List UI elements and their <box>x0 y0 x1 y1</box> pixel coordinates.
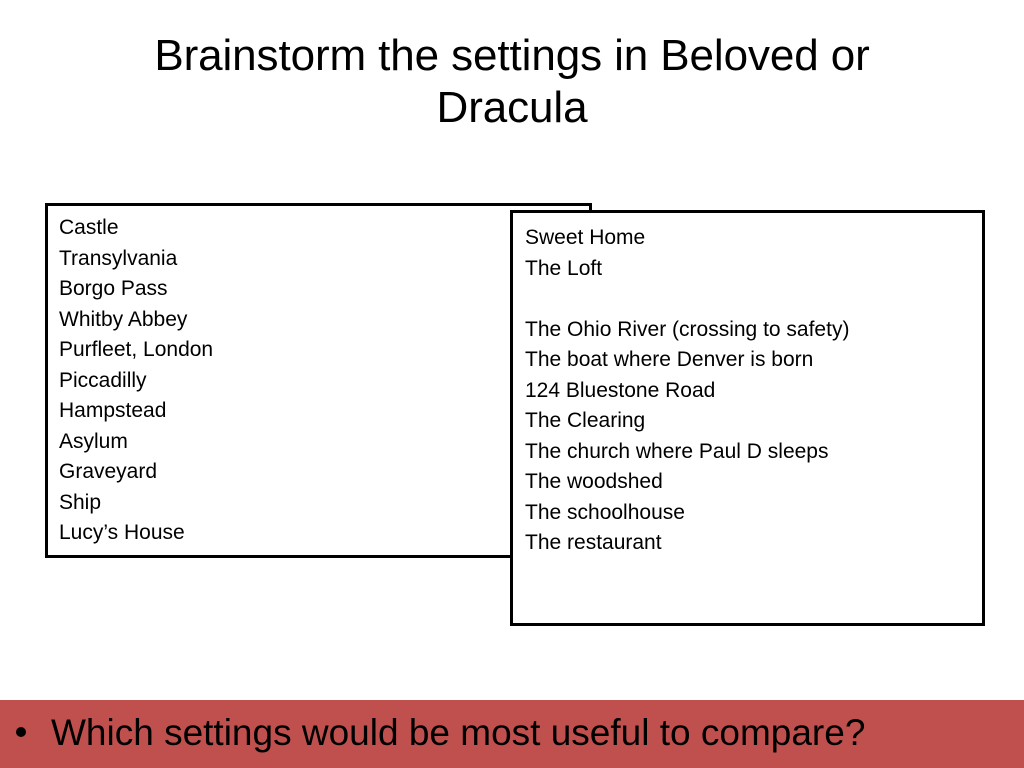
list-item: Hampstead <box>59 399 167 422</box>
list-item: The church where Paul D sleeps <box>525 439 829 463</box>
list-item: Ship <box>59 490 102 514</box>
beloved-settings-list: Sweet Home The Loft The Ohio River (cros… <box>525 223 976 559</box>
list-item: Borgo Pass <box>59 277 168 300</box>
list-item: Transylvania <box>59 246 178 270</box>
list-item: Asylum <box>59 429 128 453</box>
list-item: Castle <box>59 216 119 239</box>
list-item: Whitby Abbey <box>59 307 188 331</box>
list-item: The boat where Denver is born <box>525 348 814 371</box>
page-title-line-2: Dracula <box>436 83 588 132</box>
list-item: The woodshed <box>525 470 663 493</box>
list-item: Lucy’s House <box>59 521 185 544</box>
bullet-point-icon <box>16 727 26 737</box>
banner-bullet-row: Which settings would be most useful to c… <box>0 711 1024 755</box>
list-item: The Clearing <box>525 409 646 432</box>
list-item: Piccadilly <box>59 368 147 392</box>
list-item: Graveyard <box>59 460 158 483</box>
page-title: Brainstorm the settings in Beloved or Dr… <box>78 30 946 134</box>
list-item: 124 Bluestone Road <box>525 378 716 402</box>
dracula-settings-list: Castle Transylvania Borgo Pass Whitby Ab… <box>59 213 583 549</box>
slide-canvas: Brainstorm the settings in Beloved or Dr… <box>0 0 1024 768</box>
list-item: The Loft <box>525 256 603 280</box>
bottom-question-banner: Which settings would be most useful to c… <box>0 700 1024 768</box>
list-item: Purfleet, London <box>59 338 214 361</box>
list-item: The schoolhouse <box>525 500 685 524</box>
list-item: The restaurant <box>525 531 662 554</box>
list-item: Sweet Home <box>525 226 646 249</box>
beloved-settings-textbox: Sweet Home The Loft The Ohio River (cros… <box>510 210 985 626</box>
banner-question-text: Which settings would be most useful to c… <box>51 712 866 753</box>
page-title-line-1: Brainstorm the settings in Beloved or <box>154 31 870 80</box>
list-item-spacer <box>525 284 976 315</box>
list-item: The Ohio River (crossing to safety) <box>525 317 850 341</box>
